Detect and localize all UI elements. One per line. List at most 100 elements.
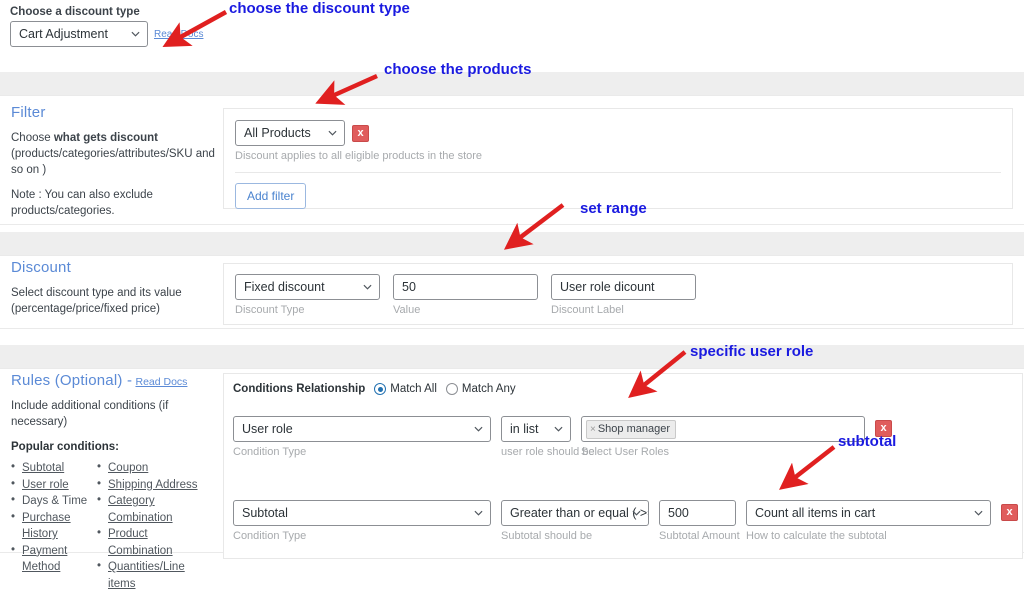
discount-desc-line2: (percentage/price/fixed price)	[11, 303, 160, 315]
list-item[interactable]: Category Combination	[97, 493, 207, 526]
read-docs-link-top[interactable]: Read Docs	[154, 29, 203, 40]
condition-type-select[interactable]: User role	[233, 416, 491, 442]
list-item[interactable]: Payment Method	[11, 543, 97, 576]
rules-section-panel: Rules (Optional) - Read Docs Include add…	[0, 368, 1024, 553]
filter-note: Note : You can also exclude products/cat…	[11, 187, 216, 219]
condition-row-user-role: User role Condition Type in list us	[233, 416, 892, 458]
condition-delete-button[interactable]: x	[1001, 504, 1018, 521]
discount-value-field[interactable]: 50	[393, 274, 538, 300]
annotation-choose-discount-type: choose the discount type	[229, 0, 410, 17]
condition-row-subtotal: Subtotal Condition Type Greater than or …	[233, 500, 1018, 542]
annotation-set-range: set range	[580, 200, 647, 217]
chevron-down-icon	[974, 509, 983, 518]
conditions-relationship-label: Conditions Relationship	[233, 383, 365, 395]
list-item[interactable]: User role	[11, 477, 97, 494]
popular-conditions-column-2: Coupon Shipping Address Category Combina…	[97, 460, 207, 592]
list-item[interactable]: Coupon	[97, 460, 207, 477]
subtotal-operator-select[interactable]: Greater than or equal ( >= )	[501, 500, 649, 526]
user-role-tag[interactable]: ×Shop manager	[586, 420, 676, 439]
discount-type-hint: Discount Type	[235, 304, 380, 316]
condition-type-value: User role	[242, 422, 293, 436]
annotation-subtotal: subtotal	[838, 433, 896, 450]
condition-operator-select[interactable]: in list	[501, 416, 571, 442]
subtotal-amount-group: 500 Subtotal Amount	[659, 500, 736, 542]
rules-section-band	[0, 345, 1024, 368]
condition-type-select[interactable]: Subtotal	[233, 500, 491, 526]
discount-label-group: User role dicount Discount Label	[551, 274, 696, 316]
discount-content-box: Fixed discount Discount Type 50 Value Us…	[223, 263, 1013, 325]
discount-section-info: Discount Select discount type and its va…	[11, 259, 216, 317]
condition-operator-hint: user role should be	[501, 446, 571, 458]
user-roles-input[interactable]: ×Shop manager	[581, 416, 865, 442]
subtotal-amount-input[interactable]: 500	[659, 500, 736, 526]
filter-desc-line2: (products/categories/attributes/SKU and …	[11, 148, 215, 176]
filter-row: All Products x	[224, 109, 1012, 146]
popular-conditions-lists: Subtotal User role Days & Time Purchase …	[11, 460, 216, 592]
discount-section-band	[0, 232, 1024, 255]
subtotal-calc-select[interactable]: Count all items in cart	[746, 500, 991, 526]
annotation-choose-products: choose the products	[384, 61, 532, 78]
popular-condition-label: Product Combination	[108, 528, 173, 557]
discount-type-value: Cart Adjustment	[19, 27, 108, 41]
filter-delete-button[interactable]: x	[352, 125, 369, 142]
match-all-radio-option[interactable]: Match All	[374, 383, 437, 395]
discount-row: Fixed discount Discount Type 50 Value Us…	[224, 264, 1012, 316]
discount-section-panel: Discount Select discount type and its va…	[0, 255, 1024, 329]
rules-title-row: Rules (Optional) - Read Docs	[11, 372, 216, 389]
filter-desc-plain: Choose	[11, 132, 54, 144]
popular-condition-label: User role	[22, 479, 69, 491]
popular-conditions-title: Popular conditions:	[11, 441, 216, 453]
list-item[interactable]: Purchase History	[11, 510, 97, 543]
popular-conditions-column-1: Subtotal User role Days & Time Purchase …	[11, 460, 97, 592]
discount-type-field-value: Fixed discount	[244, 280, 325, 294]
rules-description: Include additional conditions (if necess…	[11, 398, 216, 430]
filter-title: Filter	[11, 104, 216, 121]
condition-type-group: User role Condition Type	[233, 416, 491, 458]
popular-condition-label: Days & Time	[22, 495, 87, 507]
subtotal-calc-group: Count all items in cart How to calculate…	[746, 500, 991, 542]
subtotal-operator-group: Greater than or equal ( >= ) Subtotal sh…	[501, 500, 649, 542]
conditions-relationship-row: Conditions Relationship Match All Match …	[224, 374, 1022, 395]
read-docs-link-rules[interactable]: Read Docs	[135, 376, 187, 388]
chevron-down-icon	[131, 30, 140, 39]
list-item[interactable]: Shipping Address	[97, 477, 207, 494]
discount-desc-line1: Select discount type and its value	[11, 287, 182, 299]
condition-type-group: Subtotal Condition Type	[233, 500, 491, 542]
chevron-down-icon	[363, 283, 372, 292]
rules-content-box: Conditions Relationship Match All Match …	[223, 373, 1023, 559]
filter-content-box: All Products x Discount applies to all e…	[223, 108, 1013, 209]
popular-condition-label: Payment Method	[22, 545, 67, 574]
add-filter-button[interactable]: Add filter	[235, 183, 306, 209]
list-item[interactable]: Days & Time	[11, 493, 97, 510]
filter-section-info: Filter Choose what gets discount (produc…	[11, 104, 216, 219]
condition-type-hint: Condition Type	[233, 446, 491, 458]
list-item[interactable]: Quantities/Line items	[97, 559, 207, 592]
condition-type-value: Subtotal	[242, 506, 288, 520]
rules-section-info: Rules (Optional) - Read Docs Include add…	[11, 372, 216, 592]
list-item[interactable]: Subtotal	[11, 460, 97, 477]
popular-condition-label: Category Combination	[108, 495, 173, 524]
filter-desc-bold: what gets discount	[54, 132, 158, 144]
filter-description: Choose what gets discount (products/cate…	[11, 130, 216, 178]
discount-type-field[interactable]: Fixed discount	[235, 274, 380, 300]
discount-label-field[interactable]: User role dicount	[551, 274, 696, 300]
condition-operator-group: in list user role should be	[501, 416, 571, 458]
subtotal-calc-hint: How to calculate the subtotal	[746, 530, 991, 542]
radio-selected-icon	[374, 383, 386, 395]
match-any-radio-option[interactable]: Match Any	[446, 383, 516, 395]
discount-title: Discount	[11, 259, 216, 276]
list-item[interactable]: Product Combination	[97, 526, 207, 559]
subtotal-calc-value: Count all items in cart	[755, 506, 875, 520]
discount-description: Select discount type and its value (perc…	[11, 285, 216, 317]
remove-tag-icon[interactable]: ×	[590, 424, 596, 435]
condition-operator-value: in list	[510, 422, 538, 436]
filter-section-panel: Filter Choose what gets discount (produc…	[0, 95, 1024, 225]
radio-unselected-icon	[446, 383, 458, 395]
rules-title: Rules (Optional) -	[11, 372, 132, 389]
chevron-down-icon	[554, 425, 563, 434]
filter-target-select[interactable]: All Products	[235, 120, 345, 146]
discount-type-select[interactable]: Cart Adjustment	[10, 21, 148, 47]
discount-value-hint: Value	[393, 304, 538, 316]
match-all-label: Match All	[390, 383, 437, 395]
user-role-tag-label: Shop manager	[598, 423, 670, 435]
